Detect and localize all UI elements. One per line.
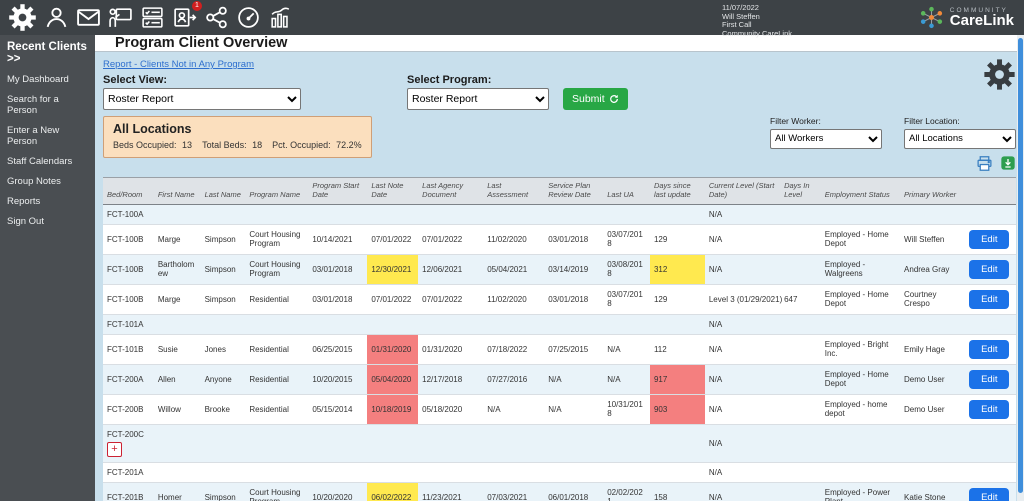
sidebar-item-group-notes[interactable]: Group Notes (7, 176, 88, 187)
summary-stat: Pct. Occupied: 72.2% (272, 140, 362, 150)
column-header: Last Note Date (367, 177, 418, 204)
client-intake-icon[interactable]: 1 (172, 5, 197, 30)
chart-icon[interactable] (268, 5, 293, 30)
roster-table: Bed/RoomFirst NameLast NameProgram NameP… (103, 177, 1016, 501)
group-row: FCT-200C+N/A (103, 424, 1016, 462)
table-row: FCT-200BWillowBrookeResidential05/15/201… (103, 394, 1016, 424)
group-row: FCT-100AN/A (103, 204, 1016, 224)
select-view-label: Select View: (103, 74, 301, 86)
summary-stat: Beds Occupied: 13 (113, 140, 192, 150)
share-icon[interactable] (204, 5, 229, 30)
table-body: FCT-100AN/AFCT-100BMargeSimpsonCourt Hou… (103, 204, 1016, 501)
sidebar-item-search-for-a-person[interactable]: Search for a Person (7, 94, 88, 116)
column-header: Bed/Room (103, 177, 154, 204)
logo-text-carelink: CareLink (950, 14, 1014, 28)
print-icon[interactable] (976, 155, 993, 172)
filter-location-dropdown[interactable]: All Locations (904, 129, 1016, 149)
table-row: FCT-101BSusieJonesResidential06/25/20150… (103, 334, 1016, 364)
column-header: Program Start Date (308, 177, 367, 204)
title-bar: Program Client Overview (95, 35, 1024, 52)
table-header-row: Bed/RoomFirst NameLast NameProgram NameP… (103, 177, 1016, 204)
table-row: FCT-200AAllenAnyoneResidential10/20/2015… (103, 364, 1016, 394)
add-client-button[interactable]: + (107, 442, 122, 457)
forms-icon[interactable] (140, 5, 165, 30)
carelink-logo-icon (918, 4, 945, 31)
table-row: FCT-100BBartholomewSimpsonCourt Housing … (103, 254, 1016, 284)
top-bar: 1 11/07/2022 Will Steffen First Call Com… (0, 0, 1024, 35)
person-icon[interactable] (44, 5, 69, 30)
summary-stat: Total Beds: 18 (202, 140, 262, 150)
sidebar-menu: My Dashboard Search for a Person Enter a N… (7, 74, 88, 227)
group-row: FCT-101AN/A (103, 314, 1016, 334)
edit-button[interactable]: Edit (969, 230, 1009, 249)
edit-button[interactable]: Edit (969, 340, 1009, 359)
gauge-icon[interactable] (236, 5, 261, 30)
summary-stats: Beds Occupied: 13 Total Beds: 18 Pct. Occu… (113, 140, 362, 150)
export-download-icon[interactable] (1000, 155, 1016, 171)
carelink-logo: COMMUNITY CareLink (918, 4, 1014, 31)
content-area: Report - Clients Not in Any Program Sele… (95, 52, 1024, 501)
edit-button[interactable]: Edit (969, 370, 1009, 389)
group-row: FCT-201AN/A (103, 462, 1016, 482)
submit-button[interactable]: Submit (563, 88, 628, 110)
column-header (965, 177, 1016, 204)
page-title: Program Client Overview (115, 35, 287, 51)
table-row: FCT-100BMargeSimpsonResidential03/01/201… (103, 284, 1016, 314)
edit-button[interactable]: Edit (969, 260, 1009, 279)
column-header: Days In Level (780, 177, 821, 204)
select-program-label: Select Program: (407, 74, 549, 86)
table-row: FCT-201BHomerSimpsonCourt Housing Progra… (103, 482, 1016, 501)
column-header: Program Name (245, 177, 308, 204)
report-clients-not-in-program-link[interactable]: Report - Clients Not in Any Program (103, 59, 254, 70)
column-header: Employment Status (821, 177, 900, 204)
sidebar-item-reports[interactable]: Reports (7, 196, 88, 207)
column-header: Service Plan Review Date (544, 177, 603, 204)
sidebar-recent-clients[interactable]: Recent Clients >> (7, 41, 88, 65)
sidebar-item-staff-calendars[interactable]: Staff Calendars (7, 156, 88, 167)
sidebar-item-sign-out[interactable]: Sign Out (7, 216, 88, 227)
sidebar: Recent Clients >> My Dashboard Search for… (0, 35, 95, 501)
filter-location-label: Filter Location: (904, 116, 1016, 126)
location-summary-box: All Locations Beds Occupied: 13 Total Bed… (103, 116, 372, 158)
column-header: Primary Worker (900, 177, 965, 204)
session-info: 11/07/2022 Will Steffen First Call Commu… (722, 4, 792, 38)
gear-icon[interactable] (8, 3, 37, 32)
vertical-scrollbar-thumb[interactable] (1018, 38, 1023, 493)
filter-worker-dropdown[interactable]: All Workers (770, 129, 882, 149)
summary-title: All Locations (113, 122, 362, 136)
product-name: Community CareLink (722, 30, 792, 39)
mail-icon[interactable] (76, 5, 101, 30)
select-view-dropdown[interactable]: Roster Report (103, 88, 301, 110)
filter-worker-label: Filter Worker: (770, 116, 882, 126)
column-header: Last Agency Document (418, 177, 483, 204)
training-icon[interactable] (108, 5, 133, 30)
sidebar-item-enter-a-new-person[interactable]: Enter a New Person (7, 125, 88, 147)
settings-gear-icon[interactable] (983, 58, 1016, 91)
sidebar-item-my-dashboard[interactable]: My Dashboard (7, 74, 88, 85)
column-header: Last Name (201, 177, 246, 204)
notification-badge: 1 (192, 1, 202, 11)
column-header: Last UA (603, 177, 650, 204)
edit-button[interactable]: Edit (969, 290, 1009, 309)
refresh-icon (609, 94, 619, 104)
column-header: Current Level (Start Date) (705, 177, 780, 204)
edit-button[interactable]: Edit (969, 400, 1009, 419)
column-header: Days since last update (650, 177, 705, 204)
column-header: Last Assessment (483, 177, 544, 204)
table-row: FCT-100BMargeSimpsonCourt Housing Progra… (103, 224, 1016, 254)
column-header: First Name (154, 177, 201, 204)
edit-button[interactable]: Edit (969, 488, 1009, 501)
select-program-dropdown[interactable]: Roster Report (407, 88, 549, 110)
